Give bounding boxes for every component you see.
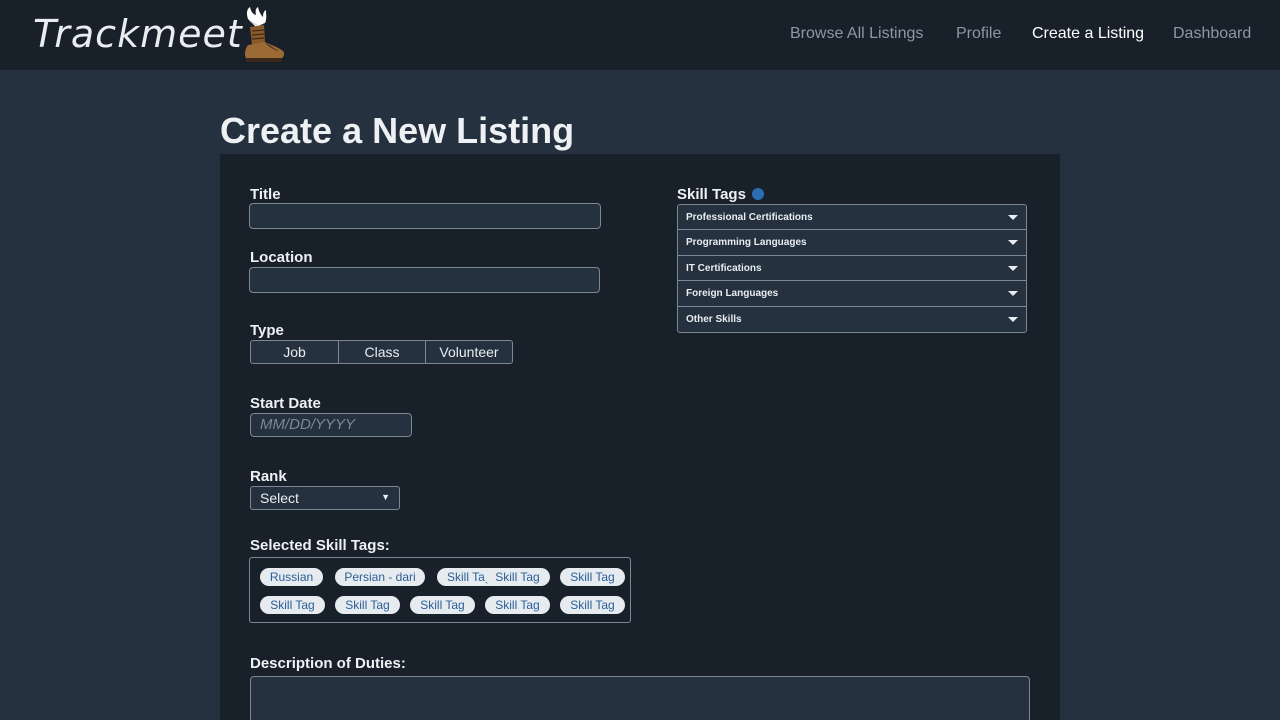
caret-down-icon [1008,316,1018,322]
start-date-input[interactable]: MM/DD/YYYY [250,413,412,437]
type-segmented-control: Job Class Volunteer [250,340,513,364]
type-option-job[interactable]: Job [251,341,338,363]
skill-tag-chip[interactable]: Skill Tag [560,596,625,614]
rank-select-value: Select [260,490,299,506]
top-navbar: Trackmeet Browse All Listings Profile Cr… [0,0,1280,70]
location-input[interactable] [249,267,600,293]
caret-down-icon [1008,240,1018,246]
dropdown-programming-languages[interactable]: Programming Languages [678,230,1026,256]
dropdown-professional-certifications[interactable]: Professional Certifications [678,205,1026,231]
description-label: Description of Duties: [250,655,406,672]
start-date-label: Start Date [250,395,321,412]
skill-tag-chip[interactable]: Russian [260,568,323,586]
info-icon[interactable] [752,188,764,200]
dropdown-label: Foreign Languages [686,288,779,300]
skill-tag-chip[interactable]: Skill Tag [410,596,475,614]
nav-create-a-listing[interactable]: Create a Listing [1032,25,1144,43]
nav-browse-all-listings[interactable]: Browse All Listings [790,25,923,43]
dropdown-other-skills[interactable]: Other Skills [678,307,1026,332]
caret-down-icon [1008,215,1018,220]
selected-skill-tags-label: Selected Skill Tags: [250,537,390,554]
title-label: Title [250,186,281,203]
skill-tag-chip[interactable]: Skill Tag [260,596,325,614]
description-textarea[interactable] [250,676,1030,720]
winged-boot-icon[interactable] [238,5,288,67]
skill-tag-chip[interactable]: Skill Tag [560,568,625,586]
type-option-class[interactable]: Class [338,341,425,363]
dropdown-label: Professional Certifications [686,212,813,223]
dropdown-label: IT Certifications [686,262,762,274]
title-input[interactable] [249,203,601,229]
dropdown-it-certifications[interactable]: IT Certifications [678,256,1026,282]
caret-down-icon [1008,265,1018,271]
rank-label: Rank [250,468,287,485]
selected-skill-tags-box: Russian Persian - dari Skill Tag Skill T… [249,557,631,623]
listing-form-panel: Title Location Type Job Class Volunteer … [220,154,1060,720]
location-label: Location [250,249,313,266]
skill-tags-label: Skill Tags [677,186,746,203]
brand-logo-text[interactable]: Trackmeet [33,12,243,56]
caret-down-icon [1008,291,1018,297]
nav-profile[interactable]: Profile [956,25,1001,43]
dropdown-foreign-languages[interactable]: Foreign Languages [678,281,1026,307]
dropdown-label: Programming Languages [686,237,807,249]
rank-select[interactable]: Select ▼ [250,486,400,510]
page-title: Create a New Listing [220,110,575,151]
skill-tag-chip[interactable]: Skill Tag [485,596,550,614]
nav-dashboard[interactable]: Dashboard [1173,25,1251,43]
skill-tag-chip[interactable]: Persian - dari [335,568,425,586]
dropdown-label: Other Skills [686,313,742,325]
type-option-volunteer[interactable]: Volunteer [425,341,512,363]
skill-tag-chip[interactable]: Skill Tag [335,596,400,614]
caret-down-icon: ▼ [381,492,390,502]
type-label: Type [250,322,284,339]
skill-tags-dropdown-group: Professional Certifications Programming … [677,204,1027,333]
skill-tag-chip[interactable]: Skill Tag [485,568,550,586]
